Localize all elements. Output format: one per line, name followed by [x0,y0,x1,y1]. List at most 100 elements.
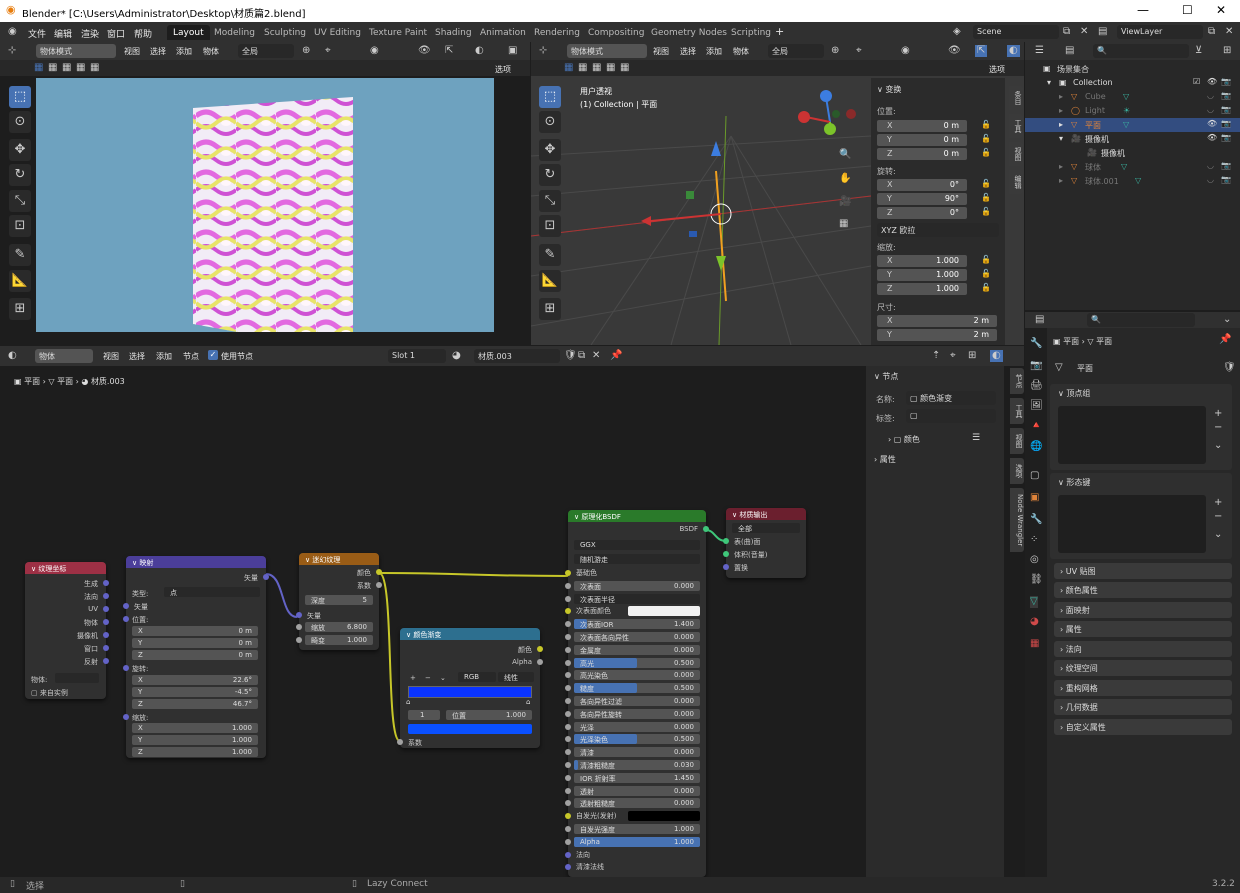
add-icon[interactable]: + [1214,408,1222,420]
remove-icon[interactable]: − [1214,422,1222,434]
bsdf-field[interactable]: 高光染色 0.000 [574,670,700,680]
bsdf-field[interactable]: 光泽 0.000 [574,722,700,732]
bsdf-field[interactable]: 次表面半径 [574,594,700,604]
input-socket[interactable] [565,788,571,794]
distribution-dropdown[interactable]: GGX [574,540,700,550]
node-header[interactable]: ∨ 映射 [126,556,266,568]
transform-orientation-dropdown[interactable]: 全局 [768,44,824,58]
lock-icon[interactable]: 🔓 [981,179,991,188]
snap-mode-icon[interactable]: ⊞ [968,350,976,362]
rotation-z-field[interactable]: Z 46.7° [132,699,258,709]
eye-closed-icon[interactable]: ◡ [1207,161,1214,170]
select-box-icon[interactable]: ▦ [34,62,43,74]
editor-type-icon[interactable]: ⊹ [8,45,16,57]
panel-color-attributes[interactable]: › 颜色属性 [1054,582,1232,598]
location-z-field[interactable]: Z 0 m [877,148,967,160]
rotate-tool[interactable]: ↻ [9,164,31,186]
bsdf-field[interactable]: Alpha 1.000 [574,837,700,847]
camera-icon[interactable]: 📷 [1221,175,1231,184]
eye-closed-icon[interactable]: ◡ [1207,105,1214,114]
input-socket[interactable] [565,583,571,589]
output-socket[interactable] [376,569,382,575]
editor-type-icon[interactable]: ▤ [1035,314,1044,326]
input-socket[interactable] [565,596,571,602]
properties-panel-header[interactable]: › 属性 [874,454,896,465]
vertex-groups-header[interactable]: ∨ 顶点组 [1058,388,1090,399]
proportional-edit-icon[interactable]: ◉ [370,45,379,57]
tab-options[interactable]: 选项 [1010,458,1024,484]
cursor-tool[interactable]: ⊙ [539,111,561,133]
output-socket[interactable] [103,606,109,612]
add-workspace-icon[interactable]: + [775,25,784,38]
measure-tool[interactable]: 📐 [539,270,561,292]
scale-y-field[interactable]: Y 1.000 [877,269,967,281]
color-mode-dropdown[interactable]: RGB [458,672,496,682]
tab-shading[interactable]: Shading [429,25,478,40]
particles-tab-icon[interactable]: ⁘ [1030,534,1038,546]
navigation-gizmo[interactable] [796,87,866,152]
constraints-tab-icon[interactable]: ⛓ [1030,574,1043,586]
output-socket[interactable] [103,658,109,664]
tab-edit[interactable]: 编辑 [1009,170,1023,194]
output-socket[interactable] [103,619,109,625]
input-socket[interactable] [565,647,571,653]
bsdf-field[interactable]: 各向异性过滤 0.000 [574,696,700,706]
menu-view[interactable]: 视图 [653,46,669,57]
location-x-field[interactable]: X 0 m [877,120,967,132]
maximize-icon[interactable]: ☐ [1182,3,1193,17]
filter-icon[interactable]: ⊻ [1195,45,1202,57]
snap-icon[interactable]: ⌖ [950,350,956,362]
tab-rendering[interactable]: Rendering [528,25,586,40]
transform-orientation-dropdown[interactable]: 全局 [238,44,294,58]
overlay-icon[interactable]: ◐ [1007,45,1020,57]
fake-user-icon[interactable]: 🛡 [1223,362,1236,374]
node-panel-header[interactable]: ∨ 节点 [874,371,898,382]
overlay-icon[interactable]: ◐ [990,350,1003,362]
annotate-tool[interactable]: ✎ [539,244,561,266]
output-socket[interactable] [537,659,543,665]
eye-icon[interactable]: 👁 [1207,77,1217,86]
input-socket[interactable] [565,800,571,806]
outliner-row-camera-data[interactable]: 🎥 摄像机 [1025,146,1240,160]
visibility-icon[interactable]: 👁 [948,45,961,57]
node-header[interactable]: ∨ 纹理坐标 [25,562,106,574]
outliner-search-input[interactable]: 🔍 [1093,44,1189,58]
outliner-row-light[interactable]: ▸ ◯ Light ☀ ◡ 📷 [1025,104,1240,118]
bsdf-field[interactable]: 金属度 0.000 [574,645,700,655]
expand-icon[interactable]: ▾ [1047,78,1051,87]
select-invert-icon[interactable]: ▦ [76,62,85,74]
from-instancer-checkbox[interactable]: ▢ 来自实例 [31,688,68,698]
gizmo-icon[interactable]: ⇱ [975,45,988,57]
tab-view[interactable]: 视图 [1010,428,1024,454]
input-socket[interactable] [397,739,403,745]
input-socket[interactable] [565,775,571,781]
stop-color-swatch[interactable] [408,724,532,734]
add-stop-icon[interactable]: + [410,674,416,682]
input-socket[interactable] [565,839,571,845]
object-tab-icon[interactable]: ▣ [1030,492,1039,504]
physics-tab-icon[interactable]: ◎ [1030,554,1039,566]
scale-z-field[interactable]: Z 1.000 [132,747,258,757]
tab-item[interactable]: 条目 [1009,86,1023,110]
input-socket[interactable] [723,564,729,570]
camera-icon[interactable]: 📷 [1221,161,1231,170]
collection-tab-icon[interactable]: ▢ [1030,470,1039,482]
outliner-row-cube[interactable]: ▸ ▽ Cube ▽ ◡ 📷 [1025,90,1240,104]
outliner-row-sphere-001[interactable]: ▸ ▽ 球体.001 ▽ ◡ 📷 [1025,174,1240,188]
pivot-icon[interactable]: ⊕ [831,45,839,57]
tab-tool[interactable]: 工具 [1010,398,1024,424]
scale-z-field[interactable]: Z 1.000 [877,283,967,295]
mesh-name-field[interactable]: 平面 [1073,361,1219,375]
tab-node[interactable]: 节点 [1010,368,1024,394]
expand-icon[interactable]: ▸ [1059,106,1063,115]
new-collection-icon[interactable]: ⊞ [1223,45,1231,57]
delete-view-layer-icon[interactable]: ✕ [1225,26,1233,38]
stop-index-field[interactable]: 1 [408,710,440,720]
dimension-x-field[interactable]: X 2 m [877,315,997,327]
input-socket[interactable] [723,551,729,557]
bsdf-field[interactable]: 透射粗糙度 0.000 [574,798,700,808]
node-color-ramp[interactable]: ∨ 颜色渐变 颜色 Alpha + − ⌄ RGB 线性 ⌂ ⌂ 1 位置 1.0… [397,628,543,748]
outliner-row-collection[interactable]: ▾ ▣ Collection ☑ 👁 📷 [1025,76,1240,90]
cursor-tool[interactable]: ⊙ [9,111,31,133]
menu-add[interactable]: 添加 [176,46,192,57]
